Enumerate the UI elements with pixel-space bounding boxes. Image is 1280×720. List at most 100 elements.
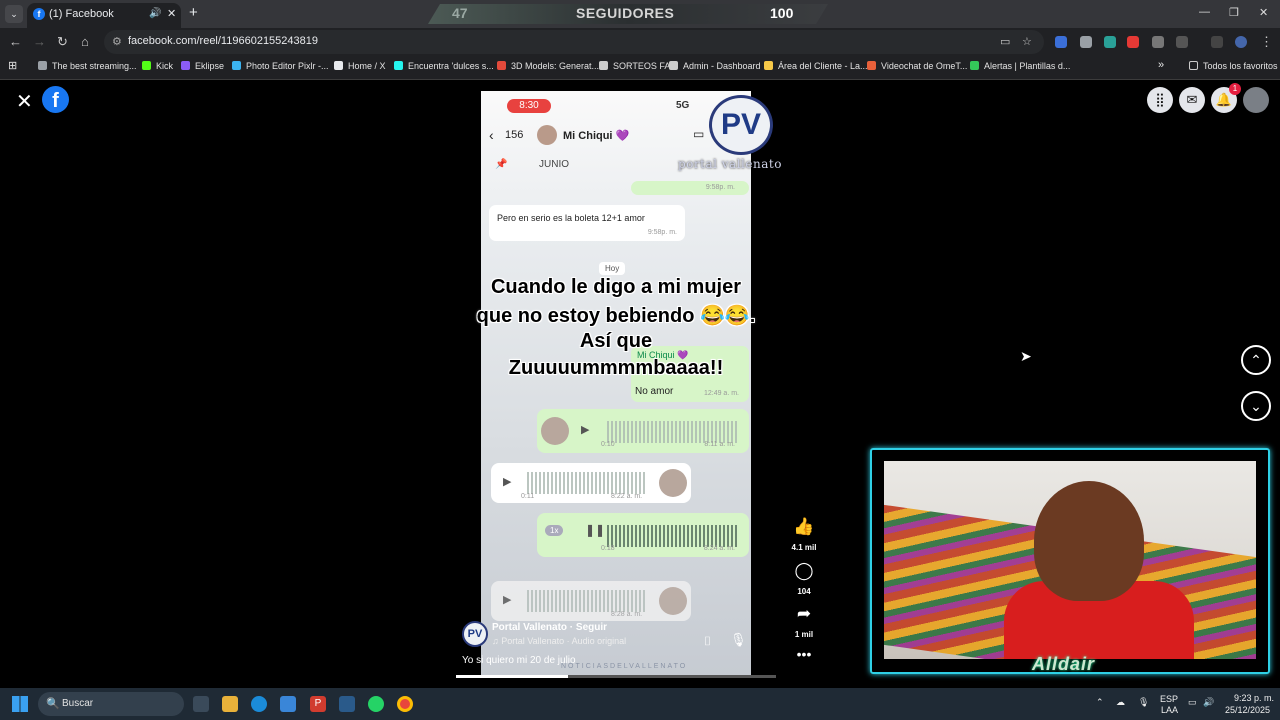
author-avatar[interactable]: PV xyxy=(462,621,488,647)
bookmark-item[interactable]: Home / X xyxy=(334,61,386,71)
app-p-icon[interactable]: P xyxy=(310,696,326,712)
sender-avatar xyxy=(659,587,687,615)
waveform xyxy=(527,472,647,494)
windows-taskbar: 🔍 Buscar P ⌃ ☁ 🎙 ESP LAA ▭ 🔊 9:23 p. m. … xyxy=(0,688,1280,720)
restore-button[interactable]: ❐ xyxy=(1229,6,1239,19)
bookmark-item[interactable]: 3D Models: Generat... xyxy=(497,61,599,71)
audio-message: ▶ 0:11 8:22 a. m. xyxy=(491,463,691,503)
comment-button[interactable]: ◯ 104 xyxy=(786,561,822,599)
chrome-icon[interactable] xyxy=(397,696,413,712)
tab-facebook[interactable]: f (1) Facebook 🔊 ✕ xyxy=(27,3,181,28)
file-explorer-icon[interactable] xyxy=(222,696,238,712)
back-icon[interactable]: ← xyxy=(9,34,22,49)
bookmark-item[interactable]: Encuentra 'dulces s... xyxy=(394,61,494,71)
menu-grid-icon[interactable]: ⣿ xyxy=(1147,87,1173,113)
mic-tray-icon[interactable]: 🎙 xyxy=(1138,697,1149,708)
search-icon: 🔍 xyxy=(46,698,60,710)
reel-video[interactable]: 8:30 5G ‹ 156 Mi Chiqui 💜 ▭ 📌 JUNIO 9:58… xyxy=(456,91,776,677)
message-bubble-out: 9:58p. m. xyxy=(631,181,749,195)
microphone-icon[interactable]: 🎙 xyxy=(730,632,747,648)
bookmarks-bar: ⊞ The best streaming... Kick Eklipse Pho… xyxy=(0,56,1280,80)
bookmark-star-icon[interactable]: ☆ xyxy=(1022,35,1032,48)
more-bookmarks-icon[interactable]: » xyxy=(1158,59,1164,71)
menu-icon[interactable]: ⋮ xyxy=(1260,34,1273,50)
bookmark-item[interactable]: Admin - Dashboard xyxy=(669,61,761,71)
new-tab-button[interactable]: + xyxy=(189,3,198,23)
store-icon[interactable] xyxy=(280,696,296,712)
clock-date[interactable]: 25/12/2025 xyxy=(1225,705,1270,715)
message-time: 9:58p. m. xyxy=(647,229,677,236)
messenger-icon[interactable]: ✉ xyxy=(1179,87,1205,113)
edge-icon[interactable] xyxy=(251,696,267,712)
taskbar-search[interactable]: 🔍 Buscar xyxy=(38,692,184,716)
share-button[interactable]: ➦ 1 mil xyxy=(786,604,822,642)
audio-message: 1x ❚❚ 0:18 8:24 a. m. xyxy=(537,513,749,557)
shield-icon[interactable] xyxy=(1080,36,1092,48)
bookmark-favicon-icon xyxy=(232,61,241,70)
bookmark-item[interactable]: Eklipse xyxy=(181,61,224,71)
app-icon[interactable] xyxy=(339,696,355,712)
close-reel-icon[interactable]: ✕ xyxy=(16,89,33,114)
caption-line: que no estoy bebiendo 😂😂. xyxy=(476,305,756,327)
adblock-icon[interactable] xyxy=(1127,36,1139,48)
play-icon: ▶ xyxy=(503,594,512,606)
bookmark-item[interactable]: The best streaming... xyxy=(38,61,137,71)
account-avatar[interactable] xyxy=(1243,87,1269,113)
reload-icon[interactable]: ↻ xyxy=(57,34,68,50)
cast-icon[interactable]: ▭ xyxy=(1000,35,1010,48)
media-control-icon[interactable] xyxy=(1211,36,1223,48)
apps-icon[interactable]: ⊞ xyxy=(8,59,17,72)
all-bookmarks-folder[interactable]: Todos los favoritos xyxy=(1189,61,1278,71)
home-icon[interactable]: ⌂ xyxy=(81,34,89,49)
tab-search-button[interactable]: ⌄ xyxy=(5,5,23,23)
waveform xyxy=(607,421,737,443)
followers-current: 47 xyxy=(452,5,468,21)
bookmark-favicon-icon xyxy=(394,61,403,70)
waveform xyxy=(527,590,647,612)
speaker-icon[interactable]: 🔊 xyxy=(149,3,161,25)
volume-icon[interactable]: 🔊 xyxy=(1203,697,1214,708)
tray-overflow-icon[interactable]: ⌃ xyxy=(1096,697,1104,708)
forward-icon[interactable]: → xyxy=(33,34,46,49)
minimize-button[interactable]: — xyxy=(1199,6,1210,18)
network-icon[interactable]: ▭ xyxy=(1188,697,1197,708)
bookmark-item[interactable]: Alertas | Plantillas d... xyxy=(970,61,1070,71)
progress-fill xyxy=(456,675,568,678)
chat-unread-count: 156 xyxy=(505,129,524,141)
more-options-icon[interactable]: ••• xyxy=(786,646,822,662)
next-reel-button[interactable]: ⌄ xyxy=(1241,391,1271,421)
extension-icon[interactable] xyxy=(1104,36,1116,48)
facebook-logo[interactable]: f xyxy=(42,86,69,113)
author-name[interactable]: Portal Vallenato · Seguir xyxy=(492,622,607,633)
whatsapp-icon[interactable] xyxy=(368,696,384,712)
extension-icon[interactable] xyxy=(1055,36,1067,48)
previous-reel-button[interactable]: ⌃ xyxy=(1241,345,1271,375)
camera-icon[interactable]: ⌷ xyxy=(704,634,711,649)
bookmark-item[interactable]: SORTEOS FA xyxy=(599,61,670,71)
task-view-icon[interactable] xyxy=(193,696,209,712)
video-progress-bar[interactable] xyxy=(456,675,776,678)
bookmark-item[interactable]: Kick xyxy=(142,61,173,71)
site-info-icon[interactable]: ⚙ xyxy=(112,35,122,48)
audio-source[interactable]: ♫ Portal Vallenato · Audio original xyxy=(492,636,626,646)
clock-time[interactable]: 9:23 p. m. xyxy=(1234,693,1274,703)
like-button[interactable]: 👍 4.1 mil xyxy=(786,517,822,555)
language-top[interactable]: ESP xyxy=(1160,694,1178,704)
puzzle-icon[interactable] xyxy=(1176,36,1188,48)
bookmark-item[interactable]: Área del Cliente - La... xyxy=(764,61,868,71)
language-bottom[interactable]: LAA xyxy=(1161,705,1178,715)
windows-start-icon[interactable] xyxy=(12,696,28,712)
onedrive-icon[interactable]: ☁ xyxy=(1116,697,1125,708)
tab-close-icon[interactable]: ✕ xyxy=(167,3,176,25)
audio-duration: 0:11 xyxy=(521,493,535,500)
bookmark-item[interactable]: Videochat de OmeT... xyxy=(867,61,967,71)
bookmark-item[interactable]: Photo Editor Pixlr -... xyxy=(232,61,329,71)
profile-icon[interactable] xyxy=(1235,36,1247,48)
close-window-button[interactable]: ✕ xyxy=(1259,6,1268,19)
like-count: 4.1 mil xyxy=(791,543,817,552)
chat-name: Mi Chiqui 💜 xyxy=(563,130,630,142)
extension-icon[interactable] xyxy=(1152,36,1164,48)
address-bar[interactable]: ⚙ facebook.com/reel/1196602155243819 ▭ ☆ xyxy=(104,30,1044,54)
bookmark-favicon-icon xyxy=(497,61,506,70)
play-icon: ▶ xyxy=(581,424,590,436)
